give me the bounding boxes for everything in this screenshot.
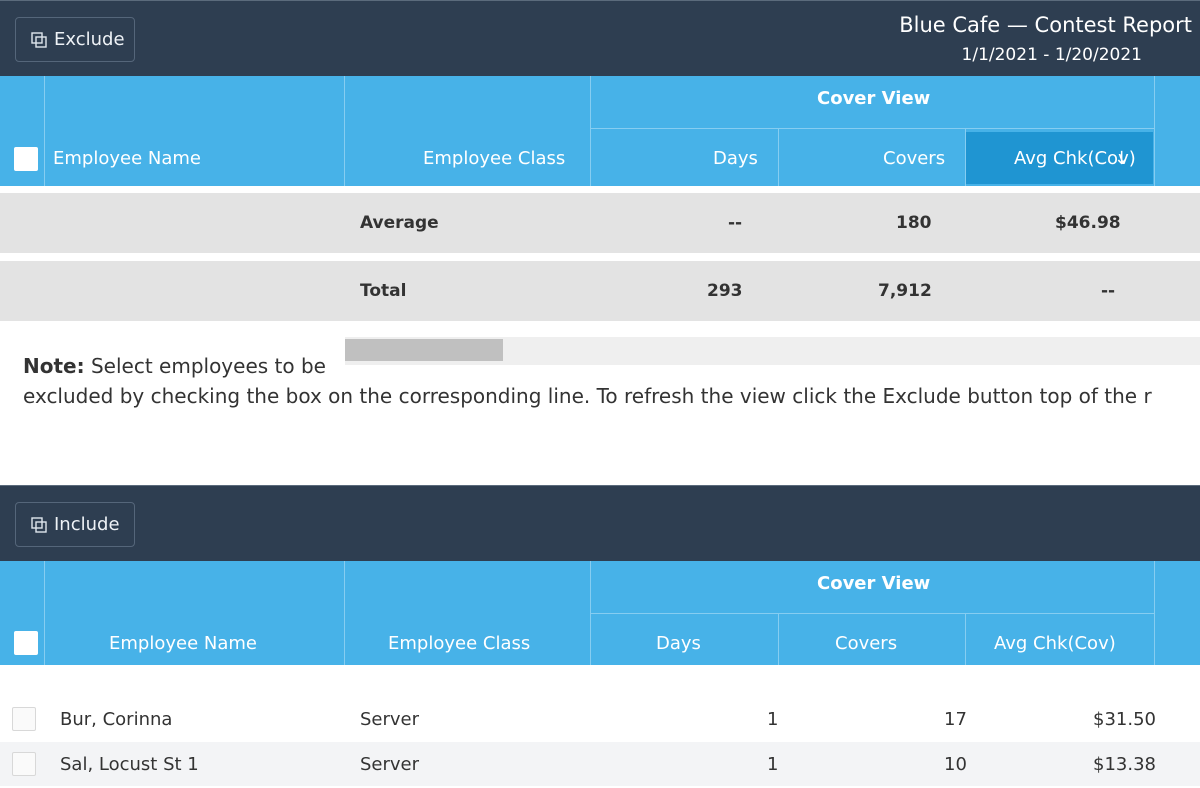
column-employee-class[interactable]: Employee Class bbox=[423, 148, 565, 169]
note-line-2: excluded by checking the box on the corr… bbox=[23, 384, 1152, 408]
row-days: 1 bbox=[767, 709, 779, 730]
row-checkbox[interactable] bbox=[12, 707, 36, 731]
exclude-button-label: Exclude bbox=[54, 29, 125, 50]
note-line-1: Note: Select employees to be bbox=[23, 354, 326, 378]
scrollbar-thumb[interactable] bbox=[345, 339, 503, 361]
include-column-covers[interactable]: Covers bbox=[835, 633, 897, 654]
column-days[interactable]: Days bbox=[713, 148, 758, 169]
include-column-employee-class[interactable]: Employee Class bbox=[388, 633, 530, 654]
arrow-down-icon: ↓ bbox=[1114, 148, 1130, 169]
row-covers: 10 bbox=[944, 754, 967, 775]
include-button[interactable]: Include bbox=[15, 502, 135, 547]
row-avg-chk: $13.38 bbox=[1093, 754, 1156, 775]
table-row[interactable]: Sal, Locust St 1 Server 1 10 $13.38 bbox=[0, 742, 1200, 786]
exclude-toolbar: Exclude Blue Cafe — Contest Report 1/1/2… bbox=[0, 0, 1200, 76]
report-date-range: 1/1/2021 - 1/20/2021 bbox=[961, 45, 1142, 65]
exclude-button[interactable]: Exclude bbox=[15, 17, 135, 62]
copy-icon bbox=[31, 31, 47, 48]
include-column-days[interactable]: Days bbox=[656, 633, 701, 654]
include-select-all-checkbox[interactable] bbox=[14, 631, 38, 655]
select-all-checkbox[interactable] bbox=[14, 147, 38, 171]
report-title: Blue Cafe — Contest Report bbox=[899, 13, 1192, 37]
cover-view-group-header: Cover View bbox=[817, 88, 931, 109]
row-checkbox[interactable] bbox=[12, 752, 36, 776]
include-column-employee-name[interactable]: Employee Name bbox=[109, 633, 257, 654]
total-label: Total bbox=[360, 281, 407, 301]
row-employee-name: Bur, Corinna bbox=[60, 709, 173, 730]
average-covers: 180 bbox=[896, 213, 932, 233]
include-toolbar: Include bbox=[0, 485, 1200, 561]
average-avg-chk: $46.98 bbox=[1055, 213, 1121, 233]
note-text-1: Select employees to be bbox=[90, 354, 326, 378]
row-covers: 17 bbox=[944, 709, 967, 730]
row-employee-class: Server bbox=[360, 709, 420, 730]
column-covers[interactable]: Covers bbox=[883, 148, 945, 169]
total-row: Total 293 7,912 -- bbox=[0, 261, 1200, 321]
total-covers: 7,912 bbox=[878, 281, 932, 301]
row-days: 1 bbox=[767, 754, 779, 775]
include-button-label: Include bbox=[54, 514, 120, 535]
copy-icon bbox=[31, 516, 47, 533]
table-row[interactable]: Bur, Corinna Server 1 17 $31.50 bbox=[0, 697, 1200, 741]
include-table-header: Cover View Employee Name Employee Class … bbox=[0, 561, 1200, 671]
average-label: Average bbox=[360, 213, 439, 233]
average-days: -- bbox=[728, 213, 743, 233]
note-label: Note: bbox=[23, 354, 85, 378]
row-employee-name: Sal, Locust St 1 bbox=[60, 754, 199, 775]
include-column-avg-chk-cov[interactable]: Avg Chk(Cov) bbox=[994, 633, 1116, 654]
exclude-table-header: Cover View Employee Name Employee Class … bbox=[0, 76, 1200, 186]
total-avg-chk: -- bbox=[1101, 281, 1116, 301]
include-cover-view-group-header: Cover View bbox=[817, 573, 931, 594]
column-employee-name[interactable]: Employee Name bbox=[53, 148, 201, 169]
average-row: Average -- 180 $46.98 bbox=[0, 193, 1200, 253]
total-days: 293 bbox=[707, 281, 743, 301]
row-employee-class: Server bbox=[360, 754, 420, 775]
row-avg-chk: $31.50 bbox=[1093, 709, 1156, 730]
